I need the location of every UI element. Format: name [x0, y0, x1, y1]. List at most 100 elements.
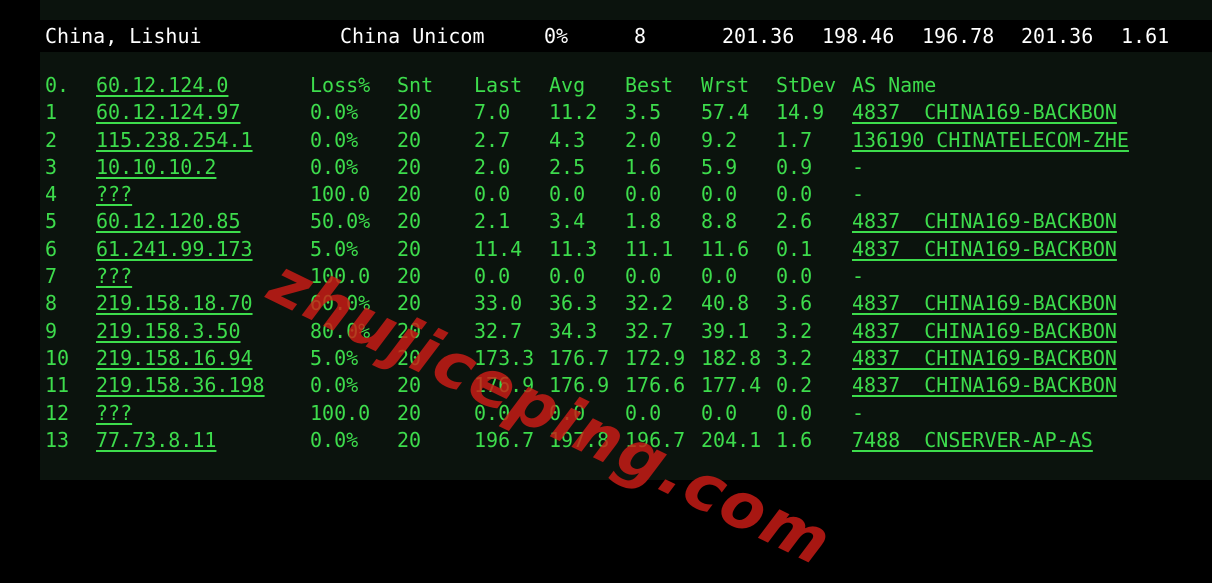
avg-cell: 176.9 — [549, 373, 610, 398]
table-row: 4??? 100.0 20 0.0 0.0 0.0 0.0 0.0 - — [0, 181, 1212, 208]
loss-cell: 0.0% — [310, 427, 359, 452]
as-name-cell: - — [852, 400, 865, 425]
table-row: 8 219.158.18.70 60.0% 20 33.0 36.3 32.2 40.8 3.6… — [0, 290, 1212, 317]
host-link[interactable]: ??? — [96, 181, 132, 208]
last-cell: 33.0 — [474, 291, 523, 316]
hop-cell: 6 — [45, 236, 58, 261]
hop-cell: 4 — [45, 182, 58, 207]
wrst-cell: 5.9 — [701, 154, 738, 179]
last-cell: 2.0 — [474, 154, 511, 179]
as-name-cell: - — [852, 154, 865, 179]
snt-header: Snt — [397, 73, 434, 97]
as-name-cell[interactable]: 4837 CHINA169-BACKBON — [852, 99, 1117, 126]
table-row: 10 219.158.16.94 5.0% 20 173.3 176.7 172.9 182.… — [0, 345, 1212, 372]
as-name-cell[interactable]: 4837 CHINA169-BACKBON — [852, 372, 1117, 399]
summary-avg: 198.46 — [822, 24, 895, 48]
table-row: 9 219.158.3.50 80.0% 20 32.7 34.3 32.7 39.1 3.2 4… — [0, 318, 1212, 345]
table-row: 5 60.12.120.85 50.0% 20 2.1 3.4 1.8 8.8 2.6 4837 … — [0, 208, 1212, 235]
host-link[interactable]: 60.12.120.85 — [96, 208, 241, 235]
as-name-cell[interactable]: 136190 CHINATELECOM-ZHE — [852, 127, 1129, 154]
stdev-cell: 0.0 — [776, 264, 813, 289]
best-cell: 32.7 — [625, 318, 674, 343]
avg-cell: 34.3 — [549, 318, 598, 343]
best-cell: 176.6 — [625, 373, 686, 398]
snt-cell: 20 — [397, 345, 422, 370]
host-link[interactable]: 77.73.8.11 — [96, 427, 216, 454]
host-link[interactable]: 219.158.36.198 — [96, 372, 265, 399]
snt-cell: 20 — [397, 400, 422, 425]
last-cell: 0.0 — [474, 182, 511, 207]
summary-isp: China Unicom — [340, 24, 485, 48]
top-strip — [40, 0, 1212, 20]
wrst-cell: 40.8 — [701, 291, 750, 316]
hop-cell: 2 — [45, 127, 58, 152]
best-cell: 0.0 — [625, 264, 662, 289]
last-cell: 7.0 — [474, 100, 511, 125]
host-link[interactable]: 115.238.254.1 — [96, 127, 253, 154]
best-cell: 1.6 — [625, 154, 662, 179]
host-header-link[interactable]: 60.12.124.0 — [96, 72, 228, 99]
stdev-cell: 0.9 — [776, 154, 813, 179]
best-cell: 1.8 — [625, 209, 662, 234]
avg-cell: 0.0 — [549, 182, 586, 207]
table-row: 1 60.12.124.97 0.0% 20 7.0 11.2 3.5 57.4 14.9 483… — [0, 99, 1212, 126]
loss-header: Loss% — [310, 73, 371, 97]
summary-last: 201.36 — [722, 24, 795, 48]
last-cell: 0.0 — [474, 400, 511, 425]
as-name-cell[interactable]: 4837 CHINA169-BACKBON — [852, 290, 1117, 317]
hop-cell: 7 — [45, 264, 58, 289]
snt-cell: 20 — [397, 318, 422, 343]
as-name-cell[interactable]: 4837 CHINA169-BACKBON — [852, 345, 1117, 372]
host-link[interactable]: 219.158.16.94 — [96, 345, 253, 372]
avg-header: Avg — [549, 73, 586, 97]
loss-cell: 50.0% — [310, 209, 371, 234]
host-link[interactable]: 60.12.124.97 — [96, 99, 241, 126]
host-link[interactable]: 61.241.99.173 — [96, 236, 253, 263]
loss-cell: 100.0 — [310, 264, 371, 289]
stdev-cell: 0.1 — [776, 236, 813, 261]
loss-cell: 5.0% — [310, 345, 359, 370]
host-link[interactable]: 219.158.18.70 — [96, 290, 253, 317]
snt-cell: 20 — [397, 373, 422, 398]
hop-cell: 13 — [45, 427, 70, 452]
avg-cell: 11.3 — [549, 236, 598, 261]
snt-cell: 20 — [397, 127, 422, 152]
loss-cell: 60.0% — [310, 291, 371, 316]
snt-cell: 20 — [397, 209, 422, 234]
best-header: Best — [625, 73, 674, 97]
host-link[interactable]: ??? — [96, 400, 132, 427]
mtr-table: 0. 60.12.124.0 Loss% Snt Last Avg Best W… — [0, 72, 1212, 454]
last-header: Last — [474, 73, 523, 97]
loss-cell: 80.0% — [310, 318, 371, 343]
as-name-cell[interactable]: 7488 CNSERVER-AP-AS — [852, 427, 1093, 454]
host-link[interactable]: 10.10.10.2 — [96, 154, 216, 181]
last-cell: 32.7 — [474, 318, 523, 343]
avg-cell: 0.0 — [549, 400, 586, 425]
summary-row: China, Lishui China Unicom 0% 8 201.36 1… — [40, 20, 1212, 52]
avg-cell: 4.3 — [549, 127, 586, 152]
loss-cell: 0.0% — [310, 127, 359, 152]
host-link[interactable]: ??? — [96, 263, 132, 290]
as-name-header: AS Name — [852, 73, 937, 97]
as-name-cell[interactable]: 4837 CHINA169-BACKBON — [852, 208, 1117, 235]
loss-cell: 0.0% — [310, 154, 359, 179]
stdev-cell: 3.2 — [776, 345, 813, 370]
as-name-cell[interactable]: 4837 CHINA169-BACKBON — [852, 318, 1117, 345]
stdev-cell: 3.6 — [776, 291, 813, 316]
avg-cell: 176.7 — [549, 345, 610, 370]
stdev-cell: 1.6 — [776, 427, 813, 452]
avg-cell: 0.0 — [549, 264, 586, 289]
hop-cell: 8 — [45, 291, 58, 316]
as-name-cell[interactable]: 4837 CHINA169-BACKBON — [852, 236, 1117, 263]
wrst-cell: 11.6 — [701, 236, 750, 261]
host-link[interactable]: 219.158.3.50 — [96, 318, 241, 345]
stdev-cell: 3.2 — [776, 318, 813, 343]
hop-cell: 11 — [45, 373, 70, 398]
best-cell: 172.9 — [625, 345, 686, 370]
wrst-cell: 0.0 — [701, 400, 738, 425]
wrst-cell: 204.1 — [701, 427, 762, 452]
loss-cell: 0.0% — [310, 100, 359, 125]
stdev-cell: 0.0 — [776, 182, 813, 207]
snt-cell: 20 — [397, 236, 422, 261]
wrst-header: Wrst — [701, 73, 750, 97]
